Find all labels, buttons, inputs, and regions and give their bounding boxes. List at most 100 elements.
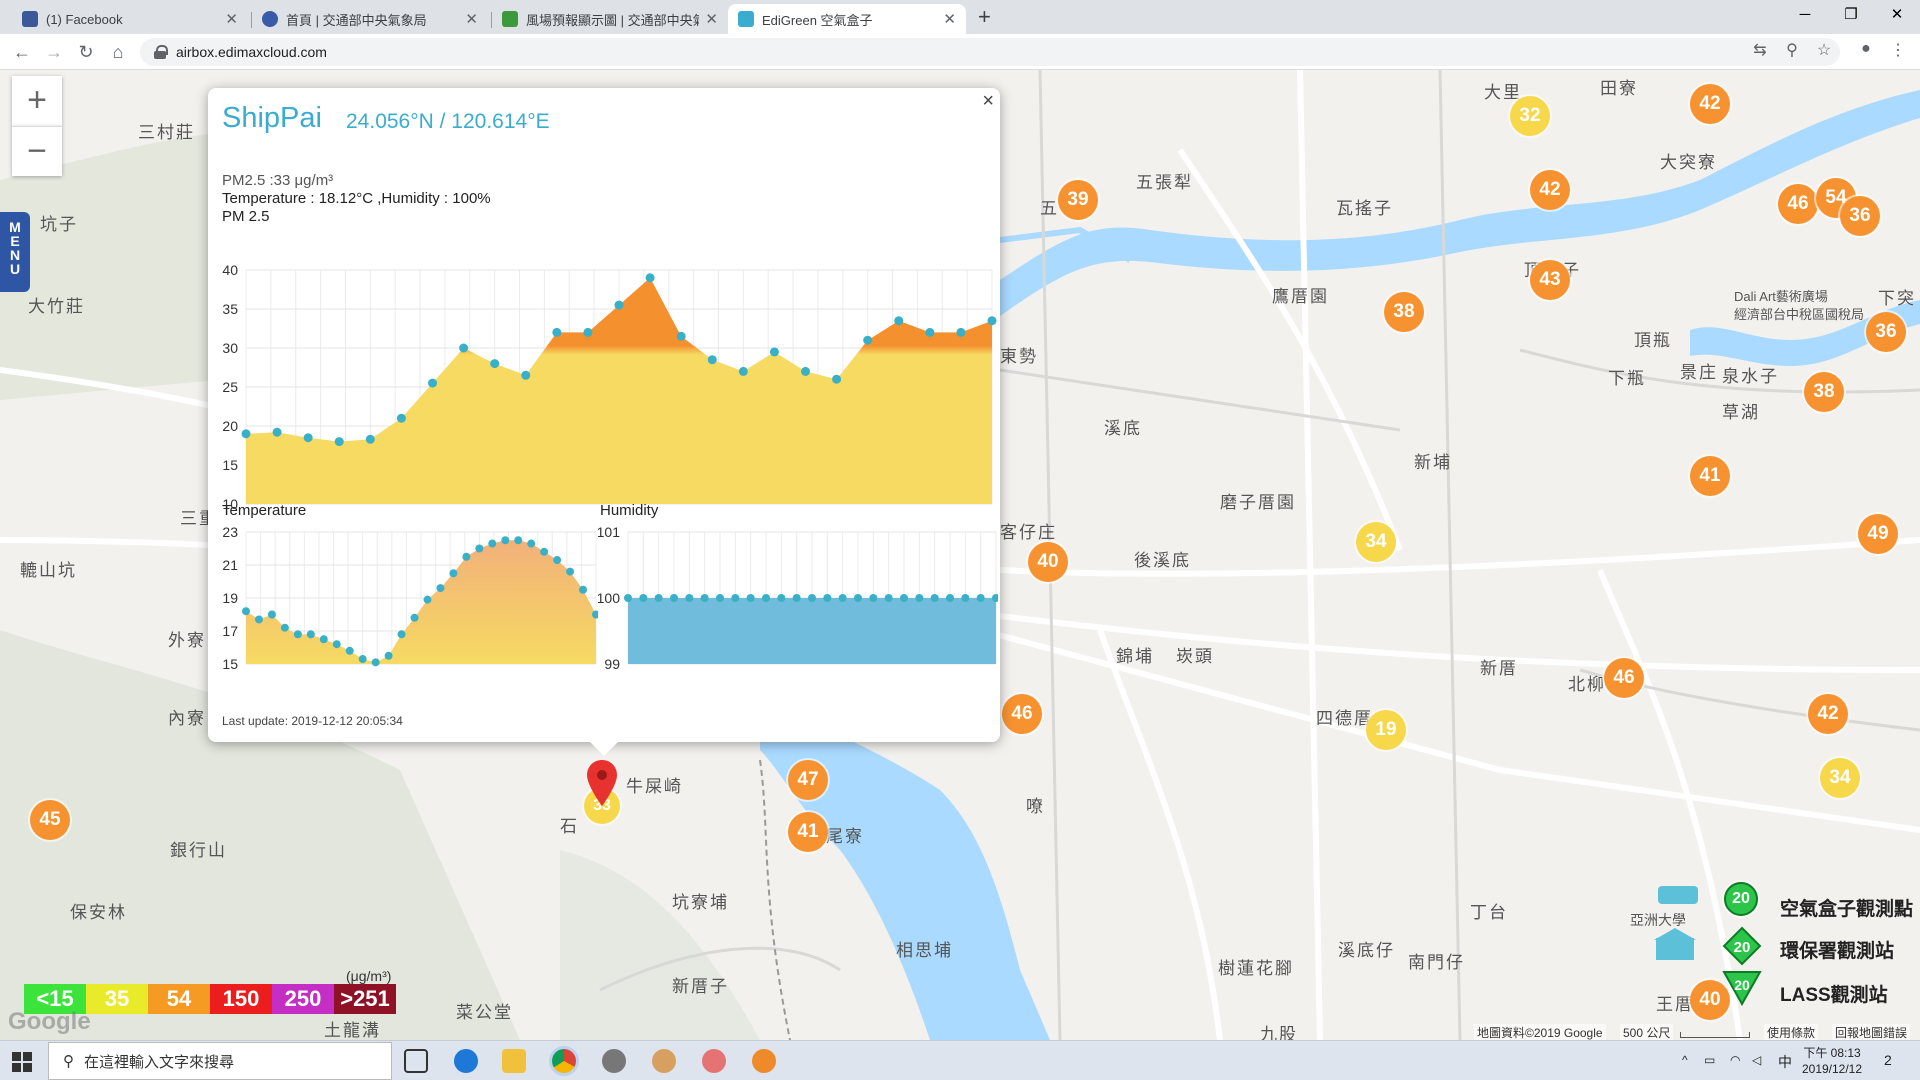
svg-text:20: 20 (1734, 977, 1750, 993)
legend-item: 250 (272, 984, 334, 1014)
close-tab-icon[interactable]: ✕ (705, 10, 718, 28)
app-icon[interactable] (652, 1049, 676, 1073)
home-icon[interactable]: ⌂ (106, 40, 130, 64)
ime-indicator[interactable]: 中 (1778, 1052, 1792, 1072)
airbox-marker[interactable]: 49 (1858, 514, 1898, 554)
app-icon[interactable] (702, 1049, 726, 1073)
airbox-marker[interactable]: 46 (1604, 658, 1644, 698)
airbox-marker[interactable]: 36 (1840, 196, 1880, 236)
airbox-marker[interactable]: 46 (1778, 184, 1818, 224)
airbox-marker[interactable]: 34 (1820, 758, 1860, 798)
task-view-icon[interactable] (404, 1049, 428, 1073)
terms-link[interactable]: 使用條款 (1764, 1024, 1819, 1040)
tab-facebook[interactable]: (1) Facebook ✕ (12, 4, 248, 34)
tab-wind-forecast[interactable]: 風場預報顯示圖 | 交通部中央氣象 ✕ (492, 4, 728, 34)
map-label: 磨子厝園 (1220, 493, 1296, 512)
airbox-marker[interactable]: 34 (1356, 522, 1396, 562)
map-label: 轆山坑 (20, 561, 77, 580)
airbox-marker[interactable]: 32 (1510, 96, 1550, 136)
forward-icon[interactable]: → (42, 40, 66, 64)
back-icon[interactable]: ← (10, 40, 34, 64)
windows-start-icon[interactable] (12, 1052, 32, 1072)
data-point (272, 427, 282, 437)
airbox-marker[interactable]: 38 (1384, 292, 1424, 332)
airbox-marker[interactable]: 43 (1530, 260, 1570, 300)
map-label: 北柳 (1568, 675, 1606, 694)
map-label: 四德厝 (1316, 709, 1373, 728)
airbox-marker[interactable]: 46 (1002, 694, 1042, 734)
wifi-icon[interactable]: ◠ (1730, 1053, 1740, 1067)
map-label: 坑子 (40, 215, 78, 234)
bookmark-star-icon[interactable]: ☆ (1812, 40, 1836, 60)
airbox-marker[interactable]: 39 (1058, 180, 1098, 220)
data-point (365, 434, 375, 444)
airbox-marker[interactable]: 45 (30, 800, 70, 840)
zoom-in-button[interactable]: + (12, 76, 62, 126)
airbox-legend-marker: 20 (1724, 882, 1758, 916)
airbox-marker[interactable]: 42 (1808, 694, 1848, 734)
airbox-marker[interactable]: 40 (1028, 542, 1068, 582)
close-tab-icon[interactable]: ✕ (465, 10, 478, 28)
volume-icon[interactable]: ◁ (1752, 1053, 1761, 1067)
data-point (808, 594, 816, 602)
data-point (823, 594, 832, 602)
taskbar-search-box[interactable]: ⚲ 在這裡輸入文字來搜尋 (48, 1042, 392, 1080)
file-explorer-icon[interactable] (502, 1049, 526, 1073)
map-label: 後溪底 (1134, 551, 1191, 570)
address-bar[interactable]: airbox.edimaxcloud.com (140, 38, 1840, 66)
search-placeholder: 在這裡輸入文字來搜尋 (84, 1053, 235, 1071)
blender-icon[interactable] (752, 1049, 776, 1073)
reload-icon[interactable]: ↻ (74, 40, 98, 64)
app-icon[interactable] (602, 1049, 626, 1073)
profile-icon[interactable]: ● (1854, 40, 1878, 58)
airbox-marker[interactable]: 41 (788, 812, 828, 852)
notification-icon[interactable]: 2 (1884, 1052, 1892, 1068)
zoom-out-button[interactable]: − (12, 126, 62, 176)
data-point (396, 413, 406, 423)
minimize-button[interactable]: ─ (1782, 0, 1828, 30)
close-window-button[interactable]: ✕ (1874, 0, 1920, 30)
translate-icon[interactable]: ⇆ (1748, 40, 1772, 60)
close-tab-icon[interactable]: ✕ (225, 10, 238, 28)
y-tick-label: 101 (598, 524, 620, 540)
map-label: Dali Art藝術廣場 (1734, 289, 1828, 304)
close-popup-button[interactable]: × (982, 90, 994, 113)
report-error-link[interactable]: 回報地圖錯誤 (1832, 1024, 1911, 1040)
map-label: 瓦搖子 (1336, 199, 1393, 218)
data-point (645, 273, 655, 283)
clock-date[interactable]: 2019/12/12 (1796, 1062, 1868, 1076)
close-tab-icon[interactable]: ✕ (943, 10, 956, 28)
menu-dots-icon[interactable]: ⋮ (1886, 40, 1910, 60)
clock-time[interactable]: 下午 08:13 (1796, 1044, 1868, 1061)
zoom-icon[interactable]: ⚲ (1780, 40, 1804, 60)
airbox-marker[interactable]: 42 (1690, 84, 1730, 124)
new-tab-button[interactable]: + (978, 4, 991, 30)
tray-chevron-icon[interactable]: ^ (1682, 1053, 1688, 1067)
y-tick-label: 100 (598, 590, 620, 606)
tab-cwb-home[interactable]: 首頁 | 交通部中央氣象局 ✕ (252, 4, 488, 34)
map-canvas[interactable]: 三村莊 大竹莊 外寮 內寮 銀行山 保安林 轆山坑 三重 溪底 客仔庄 後溪底 … (0, 70, 1920, 1040)
map-label: 田寮 (1600, 79, 1638, 98)
airbox-marker[interactable]: 19 (1366, 710, 1406, 750)
y-tick-label: 25 (222, 379, 238, 395)
tab-edigreen[interactable]: EdiGreen 空氣盒子 ✕ (728, 4, 966, 34)
data-point (303, 433, 313, 443)
airbox-marker[interactable]: 38 (1804, 372, 1844, 412)
battery-icon[interactable]: ▭ (1704, 1053, 1715, 1067)
facebook-icon (22, 11, 38, 27)
data-point (676, 331, 686, 341)
side-menu-button[interactable]: MENU (0, 212, 30, 292)
restore-button[interactable]: ❐ (1828, 0, 1874, 30)
chrome-icon[interactable] (552, 1049, 576, 1073)
cwb-icon (262, 11, 278, 27)
edigreen-icon (738, 11, 754, 27)
airbox-marker[interactable]: 42 (1530, 170, 1570, 210)
data-point (716, 594, 724, 602)
airbox-marker[interactable]: 36 (1866, 312, 1906, 352)
edge-icon[interactable] (454, 1049, 478, 1073)
location-pin-icon[interactable] (586, 760, 618, 806)
data-point (410, 613, 419, 622)
airbox-marker[interactable]: 41 (1690, 456, 1730, 496)
data-point (332, 640, 341, 649)
airbox-marker[interactable]: 47 (788, 760, 828, 800)
